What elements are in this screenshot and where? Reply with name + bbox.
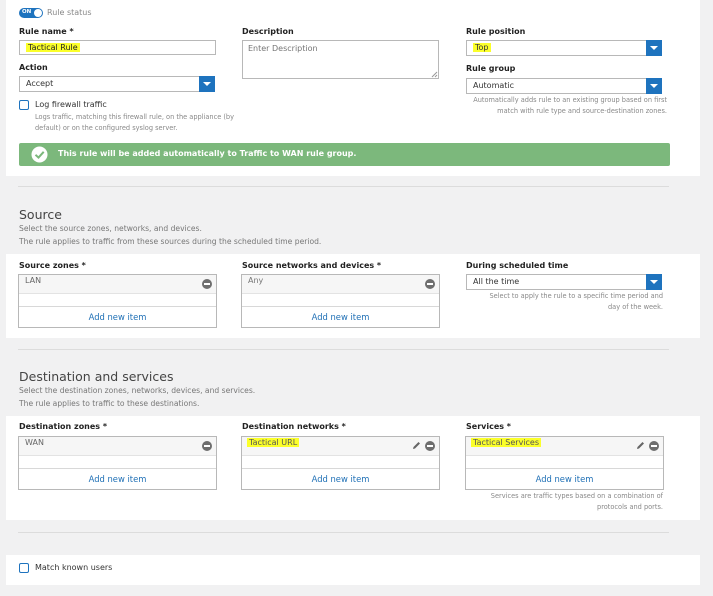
action-select[interactable]: Accept	[19, 76, 215, 92]
rule-position-label: Rule position	[466, 27, 526, 36]
schedule-value: All the time	[473, 277, 520, 286]
source-zones-list: LAN Add new item	[18, 274, 217, 328]
rule-position-value: Top	[473, 43, 491, 52]
section-divider	[18, 532, 669, 533]
source-zone-item: LAN	[25, 276, 42, 285]
rule-status-toggle-knob	[34, 9, 42, 17]
services-help: Services are traffic types based on a co…	[490, 492, 663, 511]
chevron-down-icon[interactable]	[646, 40, 662, 56]
destination-zone-item: WAN	[25, 438, 44, 447]
action-value: Accept	[26, 79, 54, 88]
match-known-users-checkbox[interactable]	[19, 563, 29, 573]
textarea-resize-grip-icon[interactable]	[431, 71, 438, 78]
rule-name-input[interactable]: Tactical Rule	[19, 40, 216, 55]
destination-section-title: Destination and services	[19, 369, 174, 384]
action-label: Action	[19, 63, 48, 72]
remove-icon[interactable]	[425, 441, 435, 451]
destination-desc-2: The rule applies to traffic to these des…	[19, 399, 200, 408]
list-item: WAN	[19, 437, 216, 456]
destination-network-item: Tactical URL	[247, 438, 300, 447]
list-item: Tactical URL	[242, 437, 439, 456]
schedule-select[interactable]: All the time	[466, 274, 662, 290]
remove-icon[interactable]	[202, 279, 212, 289]
source-zones-label: Source zones *	[19, 261, 86, 270]
services-label: Services *	[466, 422, 511, 431]
rule-group-label: Rule group	[466, 64, 516, 73]
chevron-down-icon[interactable]	[199, 76, 215, 92]
list-item: Tactical Services	[466, 437, 663, 456]
rule-status-toggle[interactable]: ON	[19, 8, 43, 18]
add-destination-network-button[interactable]: Add new item	[242, 468, 439, 489]
remove-icon[interactable]	[649, 441, 659, 451]
add-source-zone-button[interactable]: Add new item	[19, 306, 216, 327]
source-desc-2: The rule applies to traffic from these s…	[19, 237, 322, 246]
log-traffic-label: Log firewall traffic	[35, 100, 107, 109]
check-circle-icon	[31, 146, 48, 163]
source-desc-1: Select the source zones, networks, and d…	[19, 224, 202, 233]
remove-icon[interactable]	[202, 441, 212, 451]
section-divider	[18, 349, 669, 350]
destination-zones-label: Destination zones *	[19, 422, 108, 431]
schedule-help: Select to apply the rule to a specific t…	[489, 292, 663, 311]
service-item: Tactical Services	[471, 438, 542, 447]
description-label: Description	[242, 27, 294, 36]
rule-group-help: Automatically adds rule to an existing g…	[473, 96, 667, 115]
list-item: LAN	[19, 275, 216, 294]
rule-position-select[interactable]: Top	[466, 40, 662, 56]
rule-name-value: Tactical Rule	[26, 43, 80, 52]
add-source-network-button[interactable]: Add new item	[242, 306, 439, 327]
rule-status-label: Rule status	[47, 8, 92, 17]
chevron-down-icon[interactable]	[646, 78, 662, 94]
source-section-title: Source	[19, 207, 62, 222]
banner-text: This rule will be added automatically to…	[58, 149, 357, 158]
destination-networks-list: Tactical URL Add new item	[241, 436, 440, 490]
pencil-icon[interactable]	[635, 440, 646, 451]
section-divider	[18, 186, 669, 187]
chevron-down-icon[interactable]	[646, 274, 662, 290]
description-textarea[interactable]	[242, 40, 439, 79]
remove-icon[interactable]	[425, 279, 435, 289]
rule-status-toggle-text: ON	[22, 9, 32, 15]
schedule-label: During scheduled time	[466, 261, 569, 270]
destination-zones-list: WAN Add new item	[18, 436, 217, 490]
rule-group-select[interactable]: Automatic	[466, 78, 662, 94]
log-traffic-checkbox[interactable]	[19, 100, 29, 110]
rule-name-label: Rule name *	[19, 27, 74, 36]
source-networks-list: Any Add new item	[241, 274, 440, 328]
log-traffic-help: Logs traffic, matching this firewall rul…	[35, 113, 235, 132]
services-list: Tactical Services Add new item	[465, 436, 664, 490]
add-service-button[interactable]: Add new item	[466, 468, 663, 489]
destination-desc-1: Select the destination zones, networks, …	[19, 386, 256, 395]
destination-networks-label: Destination networks *	[242, 422, 346, 431]
source-networks-label: Source networks and devices *	[242, 261, 382, 270]
match-known-users-label: Match known users	[35, 563, 113, 572]
pencil-icon[interactable]	[411, 440, 422, 451]
add-destination-zone-button[interactable]: Add new item	[19, 468, 216, 489]
rule-group-value: Automatic	[473, 81, 515, 90]
rule-group-banner: This rule will be added automatically to…	[19, 143, 670, 166]
source-network-item: Any	[248, 276, 264, 285]
list-item: Any	[242, 275, 439, 294]
